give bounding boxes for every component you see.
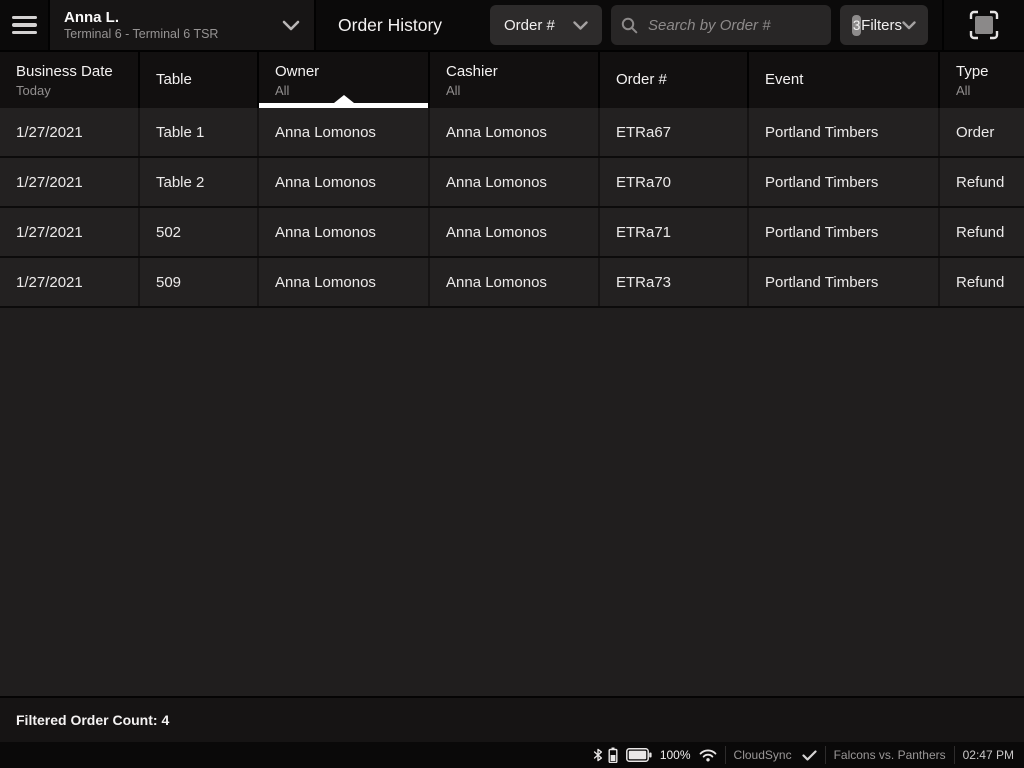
- cell-owner: Anna Lomonos: [259, 208, 430, 256]
- cell-owner: Anna Lomonos: [259, 108, 430, 156]
- chevron-down-icon: [902, 21, 916, 30]
- column-label: Event: [765, 70, 922, 90]
- table-row[interactable]: 1/27/2021Table 1Anna LomonosAnna Lomonos…: [0, 108, 1024, 158]
- table-header-row: Business DateTodayTableOwnerAllCashierAl…: [0, 50, 1024, 108]
- system-status-bar: 100% CloudSync Falcons vs. Panthers 02:4…: [0, 742, 1024, 768]
- footer-bar: Filtered Order Count: 4: [0, 696, 1024, 742]
- wifi-icon: [699, 749, 717, 762]
- fullscreen-icon: [969, 10, 999, 40]
- cell-owner: Anna Lomonos: [259, 258, 430, 306]
- cell-order: ETRa70: [600, 158, 749, 206]
- column-filter-value: All: [956, 82, 1008, 99]
- column-header-business-date[interactable]: Business DateToday: [0, 52, 140, 108]
- column-header-cashier[interactable]: CashierAll: [430, 52, 600, 108]
- cell-event: Portland Timbers: [749, 208, 940, 256]
- filters-count-badge: 3: [852, 15, 861, 36]
- table-row[interactable]: 1/27/2021509Anna LomonosAnna LomonosETRa…: [0, 258, 1024, 308]
- column-header-event[interactable]: Event: [749, 52, 940, 108]
- device-battery-icon: [608, 747, 618, 763]
- user-terminal-selector[interactable]: Anna L. Terminal 6 - Terminal 6 TSR: [50, 0, 316, 50]
- column-filter-value: All: [446, 82, 582, 99]
- column-label: Type: [956, 62, 1008, 82]
- selected-column-underline: [259, 103, 428, 108]
- filtered-order-count: Filtered Order Count: 4: [16, 712, 169, 728]
- battery-percent: 100%: [660, 748, 691, 762]
- column-header-type[interactable]: TypeAll: [940, 52, 1024, 108]
- cell-type: Order: [940, 108, 1024, 156]
- cell-order: ETRa71: [600, 208, 749, 256]
- table-row[interactable]: 1/27/2021Table 2Anna LomonosAnna Lomonos…: [0, 158, 1024, 208]
- menu-button[interactable]: [0, 0, 50, 50]
- column-filter-value: Today: [16, 82, 122, 99]
- cell-type: Refund: [940, 208, 1024, 256]
- chevron-down-icon: [282, 20, 300, 31]
- check-icon: [802, 750, 817, 761]
- divider: [954, 746, 955, 764]
- terminal-label: Terminal 6 - Terminal 6 TSR: [64, 27, 282, 42]
- column-label: Owner: [275, 62, 412, 82]
- table-body: 1/27/2021Table 1Anna LomonosAnna Lomonos…: [0, 108, 1024, 308]
- event-status-label: Falcons vs. Panthers: [834, 748, 946, 762]
- cell-order: ETRa67: [600, 108, 749, 156]
- cell-event: Portland Timbers: [749, 258, 940, 306]
- filters-dropdown[interactable]: 3 Filters: [840, 5, 928, 45]
- cell-order: ETRa73: [600, 258, 749, 306]
- user-name: Anna L.: [64, 9, 282, 27]
- cell-table: 502: [140, 208, 259, 256]
- cell-business-date: 1/27/2021: [0, 158, 140, 206]
- chevron-down-icon: [573, 21, 588, 30]
- divider: [725, 746, 726, 764]
- column-header-owner[interactable]: OwnerAll: [259, 52, 430, 108]
- column-label: Table: [156, 70, 241, 90]
- cell-table: Table 1: [140, 108, 259, 156]
- table-row[interactable]: 1/27/2021502Anna LomonosAnna LomonosETRa…: [0, 208, 1024, 258]
- cell-business-date: 1/27/2021: [0, 208, 140, 256]
- cell-event: Portland Timbers: [749, 108, 940, 156]
- column-header-order[interactable]: Order #: [600, 52, 749, 108]
- search-icon: [621, 17, 638, 34]
- page-title: Order History: [338, 15, 442, 36]
- column-label: Order #: [616, 70, 731, 90]
- cell-table: Table 2: [140, 158, 259, 206]
- column-label: Business Date: [16, 62, 122, 82]
- hamburger-icon: [12, 16, 37, 20]
- filters-label: Filters: [861, 17, 902, 34]
- search-input[interactable]: [646, 16, 821, 35]
- cell-cashier: Anna Lomonos: [430, 258, 600, 306]
- order-history-app: Anna L. Terminal 6 - Terminal 6 TSR Orde…: [0, 0, 1024, 768]
- cloudsync-label: CloudSync: [734, 748, 792, 762]
- cell-business-date: 1/27/2021: [0, 108, 140, 156]
- empty-content-area: [0, 308, 1024, 696]
- cell-cashier: Anna Lomonos: [430, 208, 600, 256]
- cell-type: Refund: [940, 258, 1024, 306]
- cell-cashier: Anna Lomonos: [430, 158, 600, 206]
- search-type-label: Order #: [504, 17, 555, 34]
- cell-business-date: 1/27/2021: [0, 258, 140, 306]
- cell-owner: Anna Lomonos: [259, 158, 430, 206]
- column-header-table[interactable]: Table: [140, 52, 259, 108]
- clock-time: 02:47 PM: [963, 748, 1014, 762]
- cell-table: 509: [140, 258, 259, 306]
- bluetooth-icon: [592, 747, 604, 763]
- order-search-field[interactable]: [611, 5, 831, 45]
- cell-cashier: Anna Lomonos: [430, 108, 600, 156]
- search-type-dropdown[interactable]: Order #: [490, 5, 602, 45]
- column-label: Cashier: [446, 62, 582, 82]
- top-bar: Anna L. Terminal 6 - Terminal 6 TSR Orde…: [0, 0, 1024, 50]
- user-info: Anna L. Terminal 6 - Terminal 6 TSR: [64, 9, 282, 42]
- selected-column-caret: [334, 95, 354, 103]
- divider: [825, 746, 826, 764]
- cell-event: Portland Timbers: [749, 158, 940, 206]
- cell-type: Refund: [940, 158, 1024, 206]
- fullscreen-button[interactable]: [944, 0, 1024, 50]
- battery-icon: [626, 748, 652, 762]
